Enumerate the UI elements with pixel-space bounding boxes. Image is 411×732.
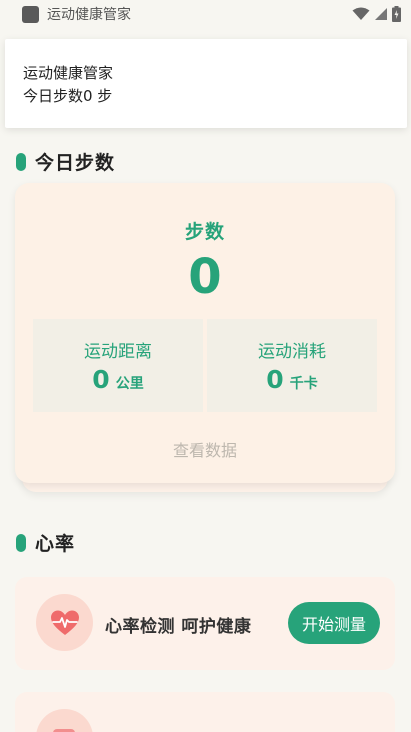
wifi-icon <box>352 7 370 20</box>
heart-rate-card: 心率检测 呵护健康 开始测量 <box>15 577 395 670</box>
section-marker <box>16 533 26 552</box>
steps-card: 步数 0 运动距离 0 公里 运动消耗 0 千卡 查看数据 <box>15 183 395 483</box>
steps-section-title: 今日步数 <box>35 152 116 174</box>
calories-label: 运动消耗 <box>258 342 326 362</box>
status-icons <box>352 6 401 22</box>
calories-unit: 千卡 <box>289 376 318 392</box>
view-data-link[interactable]: 查看数据 <box>15 437 395 461</box>
notification-card[interactable]: 运动健康管家 今日步数0 步 <box>5 39 407 128</box>
signal-icon <box>375 8 387 20</box>
feature-icon <box>36 709 93 732</box>
battery-icon <box>392 6 401 22</box>
heart-rate-text: 心率检测 呵护健康 <box>105 617 252 637</box>
distance-value-row: 0 公里 <box>33 365 203 394</box>
steps-section-header: 今日步数 <box>16 148 115 175</box>
next-feature-card <box>15 692 395 732</box>
distance-unit: 公里 <box>115 376 144 392</box>
heart-rate-icon <box>36 594 93 651</box>
status-bar-title: 运动健康管家 <box>47 7 131 23</box>
calories-value-row: 0 千卡 <box>207 365 377 394</box>
heart-section-header: 心率 <box>16 529 75 556</box>
notification-title: 运动健康管家 <box>23 64 114 82</box>
status-bar: 运动健康管家 <box>0 0 411 28</box>
distance-box: 运动距离 0 公里 <box>33 319 203 412</box>
distance-label: 运动距离 <box>84 342 152 362</box>
start-measure-button[interactable]: 开始测量 <box>288 602 380 644</box>
distance-value: 0 <box>92 365 110 394</box>
notification-body: 今日步数0 步 <box>23 87 113 105</box>
steps-value: 0 <box>188 249 222 305</box>
steps-label: 步数 <box>184 221 225 243</box>
heart-section-title: 心率 <box>35 533 76 555</box>
section-marker <box>16 152 26 171</box>
calories-box: 运动消耗 0 千卡 <box>207 319 377 412</box>
app-screen: 运动健康管家 运动健康管家 今日步数0 步 今日步数 步数 0 运动距离 0 公… <box>0 0 411 732</box>
app-icon <box>22 5 39 23</box>
calories-value: 0 <box>266 365 284 394</box>
